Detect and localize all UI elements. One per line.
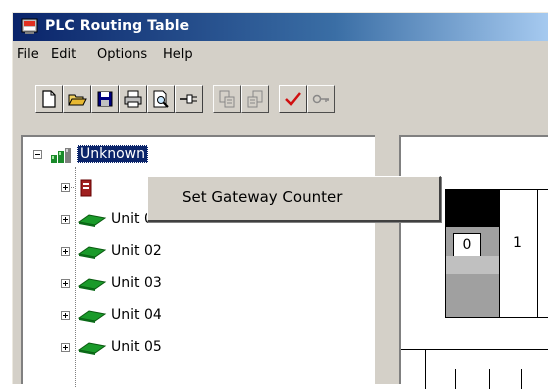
print-button[interactable] [119,85,147,113]
connect-plug-icon [180,94,197,104]
check-icon [285,92,301,106]
menu-bar: File Edit Options Help [13,42,548,70]
transfer-to-plc-button[interactable] [213,85,241,113]
slot-label[interactable]: 0 [453,233,481,257]
open-folder-icon [68,94,87,106]
key-icon [312,94,329,104]
connect-button[interactable] [175,85,203,113]
tree-item-label: Unit 04 [111,307,162,323]
tree-item-unit-03[interactable]: Unit 03 [33,273,333,295]
rack-divider [455,369,456,389]
expand-icon[interactable] [61,183,70,192]
rack-divider [537,189,538,317]
new-document-icon [42,90,56,108]
rack-divider [489,369,490,389]
network-root-icon [51,148,71,163]
tree-item-label: Unit 03 [111,275,162,291]
check-button[interactable] [279,85,307,113]
print-preview-icon [153,90,169,108]
print-preview-button[interactable] [147,85,175,113]
new-button[interactable] [35,85,63,113]
expand-icon[interactable] [61,247,70,256]
unit-module-icon [77,278,107,291]
print-icon [124,90,142,108]
pane-splitter[interactable] [375,135,385,384]
slot-0-strip [446,256,499,274]
slot-label[interactable]: 1 [513,235,522,251]
tree-root[interactable]: Unknown [33,145,333,167]
plc-icon [80,179,92,197]
tree-item-label: Unit 05 [111,339,162,355]
menu-help[interactable]: Help [163,47,193,62]
save-disk-icon [97,91,113,107]
menu-edit[interactable]: Edit [51,47,76,62]
rack-divider [401,349,548,350]
transfer-to-plc-icon [219,90,235,108]
set-gateway-counter-menu-item[interactable]: Set Gateway Counter [182,188,342,206]
tree-item-unit-02[interactable]: Unit 02 [33,241,333,263]
menu-options[interactable]: Options [97,47,147,62]
title-bar[interactable]: PLC Routing Table [13,13,548,41]
context-menu: Set Gateway Counter [147,176,441,222]
unit-module-icon [77,310,107,323]
toolbar [13,85,548,125]
menu-file[interactable]: File [17,47,39,62]
save-button[interactable] [91,85,119,113]
rack-divider [445,317,548,318]
slot-0-header [446,190,499,227]
app-icon [21,18,38,34]
tree-item-unit-05[interactable]: Unit 05 [33,337,333,359]
key-button[interactable] [307,85,335,113]
unit-module-icon [77,342,107,355]
rack-divider [499,189,500,317]
tree-item-unit-04[interactable]: Unit 04 [33,305,333,327]
transfer-from-plc-button[interactable] [241,85,269,113]
unit-module-icon [77,214,107,227]
tree-item-label: Unit 02 [111,243,162,259]
open-button[interactable] [63,85,91,113]
rack-divider [521,369,522,389]
window-title: PLC Routing Table [45,18,190,34]
transfer-from-plc-icon [247,90,263,108]
unit-module-icon [77,246,107,259]
expand-icon[interactable] [61,343,70,352]
expand-icon[interactable] [61,279,70,288]
tree-root-label[interactable]: Unknown [77,145,148,163]
rack-view-pane[interactable]: 0 1 2 [399,135,548,389]
expand-icon[interactable] [61,311,70,320]
rack-divider [425,349,426,389]
tree-pane[interactable]: Unknown Unit 01 Unit 02 Unit 03 Unit 04 … [21,135,375,387]
expand-icon[interactable] [61,215,70,224]
collapse-icon[interactable] [33,150,42,159]
